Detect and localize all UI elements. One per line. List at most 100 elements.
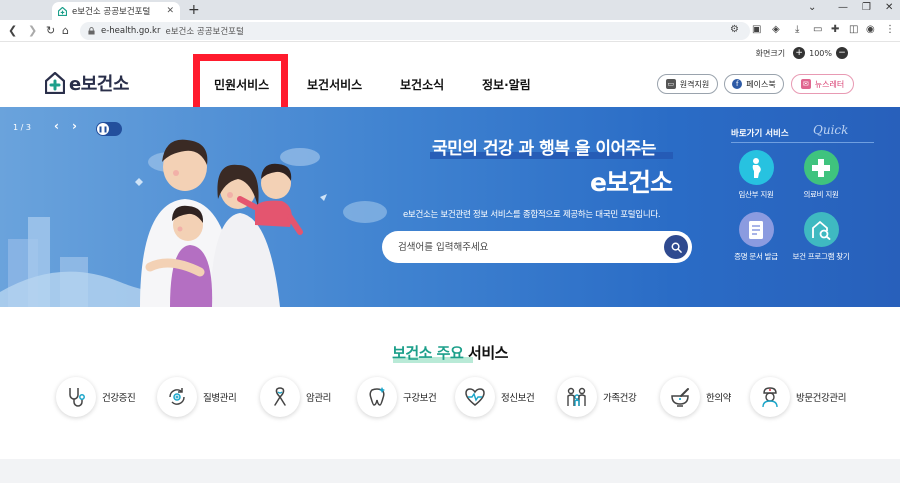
- zoom-in-button[interactable]: +: [793, 47, 806, 59]
- logo-house-icon: [45, 72, 65, 94]
- monitor-icon: ▭: [665, 79, 676, 89]
- hero-slogan: 국민의 건강 과 행복 을 이어주는: [432, 139, 656, 159]
- facebook-icon: f: [732, 79, 743, 89]
- document-icon: [738, 212, 774, 247]
- newsletter-button[interactable]: ✉ 뉴스레터: [791, 74, 854, 94]
- service-label: 정신보건: [501, 393, 535, 404]
- close-window-icon[interactable]: ✕: [885, 2, 893, 13]
- tooth-icon: [357, 377, 397, 417]
- zoom-value: 100%: [809, 48, 832, 58]
- browser-tab[interactable]: e보건소 공공보건포털 ✕: [52, 2, 180, 20]
- service-oral-health[interactable]: 구강보건: [357, 377, 437, 417]
- disease-cycle-icon: [157, 377, 197, 417]
- search-button[interactable]: [664, 235, 688, 259]
- program-search-icon: [803, 212, 839, 247]
- pause-toggle[interactable]: ❚❚: [96, 122, 122, 136]
- service-label: 암관리: [306, 393, 332, 404]
- quick-item-label: 의료비 지원: [803, 190, 839, 199]
- prev-slide-icon[interactable]: ‹: [54, 119, 59, 133]
- quick-subtitle: Quick: [813, 123, 849, 137]
- remote-support-button[interactable]: ▭ 원격지원: [657, 74, 718, 94]
- service-disease-management[interactable]: 질병관리: [157, 377, 237, 417]
- nav-item-health-news[interactable]: 보건소식: [400, 76, 444, 93]
- favicon-icon: [58, 6, 67, 16]
- sidebar-icon[interactable]: ◫: [849, 24, 858, 35]
- zoom-control: 화면크기 + 100% −: [756, 47, 852, 59]
- bottom-section-band: [0, 459, 900, 483]
- url-page-title: e보건소 공공보건포털: [165, 27, 244, 37]
- lock-icon: [88, 27, 95, 35]
- browser-tab-strip: e보건소 공공보건포털 ✕ + ⌄ — ❐ ✕: [0, 0, 900, 20]
- nav-item-info-notice[interactable]: 정보·알림: [482, 76, 531, 93]
- tab-close-icon[interactable]: ✕: [166, 6, 174, 16]
- profile-icon[interactable]: ◉: [866, 24, 875, 35]
- tab-title: e보건소 공공보건포털: [72, 7, 151, 17]
- stethoscope-icon: [56, 377, 96, 417]
- service-cancer-management[interactable]: 암관리: [260, 377, 331, 417]
- puzzle-icon[interactable]: ✚: [831, 24, 839, 35]
- service-label: 가족건강: [603, 393, 637, 404]
- newsletter-label: 뉴스레터: [814, 79, 845, 89]
- site-logo[interactable]: e보건소: [45, 70, 129, 96]
- main-title-green: 보건소 주요: [392, 344, 464, 362]
- extension-icon[interactable]: ◈: [772, 24, 780, 35]
- hero-banner: 1 / 3 ‹ › ❚❚ 국민의 건강 과 행복 을 이어주는 e보건소 e보건…: [0, 107, 900, 307]
- quick-item-label: 보건 프로그램 찾기: [792, 252, 850, 261]
- tab-search-icon[interactable]: ⌄: [808, 2, 816, 13]
- family-icon: [557, 377, 597, 417]
- nurse-icon: [750, 377, 790, 417]
- menu-icon[interactable]: ⋮: [885, 24, 895, 35]
- heartbeat-icon: [455, 377, 495, 417]
- next-slide-icon[interactable]: ›: [72, 119, 77, 133]
- ribbon-icon: [260, 377, 300, 417]
- service-label: 구강보건: [403, 393, 437, 404]
- newsletter-icon: ✉: [800, 79, 811, 89]
- service-korean-medicine[interactable]: 한의약: [660, 377, 731, 417]
- back-icon[interactable]: ❮: [8, 24, 17, 37]
- remote-support-label: 원격지원: [679, 79, 710, 89]
- main-title-rest: 서비스: [463, 344, 508, 362]
- service-health-promotion[interactable]: 건강증진: [56, 377, 136, 417]
- new-tab-button[interactable]: +: [188, 1, 200, 19]
- service-label: 질병관리: [203, 393, 237, 404]
- logo-text: e보건소: [69, 74, 129, 95]
- service-mental-health[interactable]: 정신보건: [455, 377, 535, 417]
- image-icon[interactable]: ▣: [752, 24, 761, 35]
- search-input[interactable]: [398, 239, 658, 255]
- service-label: 한의약: [706, 393, 732, 404]
- home-icon[interactable]: ⌂: [62, 24, 69, 37]
- slide-pager: 1 / 3: [13, 123, 31, 132]
- address-bar-row: ❮ ❯ ↻ ⌂ e-health.go.kr e보건소 공공보건포털 ⚙ ▣ ◈…: [0, 20, 900, 42]
- quick-title: 바로가기 서비스: [731, 129, 789, 139]
- facebook-button[interactable]: f 페이스북: [724, 74, 784, 94]
- search-box: [382, 231, 692, 263]
- zoom-out-button[interactable]: −: [836, 47, 848, 59]
- translate-icon[interactable]: ⚙: [730, 24, 739, 35]
- url-text: e-health.go.kr: [101, 26, 161, 36]
- hero-illustration: [0, 139, 387, 307]
- service-home-visit[interactable]: 방문건강관리: [750, 377, 846, 417]
- facebook-label: 페이스북: [746, 79, 776, 89]
- cast-icon[interactable]: ▭: [813, 24, 822, 35]
- nav-item-health-service[interactable]: 보건서비스: [307, 76, 362, 93]
- download-icon[interactable]: ⤓: [795, 24, 799, 35]
- minimize-icon[interactable]: —: [838, 2, 848, 13]
- quick-item-program-search[interactable]: 보건 프로그램 찾기: [781, 212, 861, 262]
- mortar-icon: [660, 377, 700, 417]
- medical-cross-icon: [803, 150, 839, 185]
- search-icon: [671, 242, 682, 253]
- reload-icon[interactable]: ↻: [46, 24, 55, 37]
- service-label: 방문건강관리: [796, 393, 847, 404]
- forward-icon[interactable]: ❯: [28, 24, 37, 37]
- main-services-title: 보건소 주요 서비스: [0, 342, 900, 363]
- hero-brand: e보건소: [590, 168, 673, 197]
- pause-icon: ❚❚: [97, 123, 109, 135]
- service-label: 건강증진: [102, 393, 136, 404]
- pregnant-icon: [738, 150, 774, 185]
- hero-description: e보건소는 보건관련 정보 서비스를 종합적으로 제공하는 대국민 포털입니다.: [403, 210, 661, 220]
- omnibox[interactable]: e-health.go.kr e보건소 공공보건포털: [80, 22, 750, 40]
- restore-icon[interactable]: ❐: [862, 2, 871, 13]
- service-family-health[interactable]: 가족건강: [557, 377, 637, 417]
- quick-item-medical-cost[interactable]: 의료비 지원: [781, 150, 861, 200]
- quick-divider: [731, 142, 874, 143]
